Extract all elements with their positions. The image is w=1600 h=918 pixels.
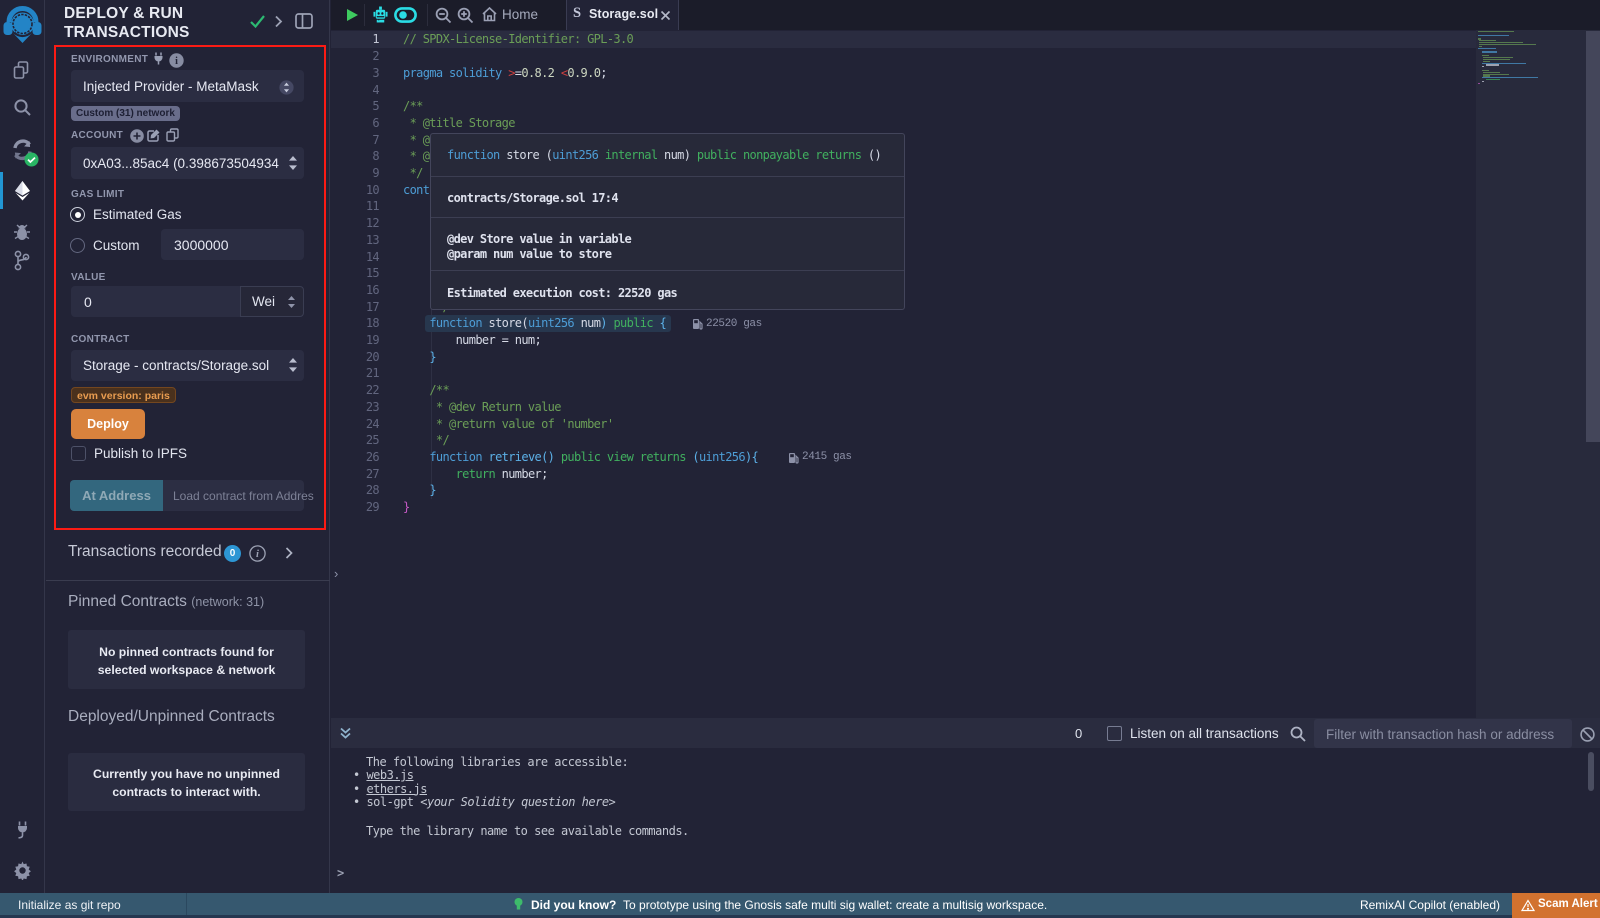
svg-text:i: i — [175, 56, 178, 67]
svg-text:i: i — [256, 549, 259, 560]
